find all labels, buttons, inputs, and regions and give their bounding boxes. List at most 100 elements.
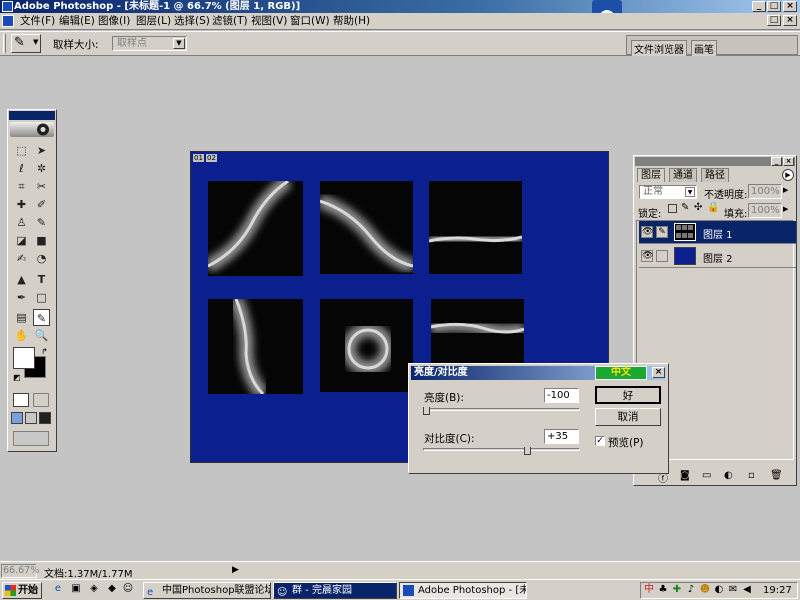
preview-checkbox[interactable]: ✓ xyxy=(595,436,605,446)
tab-layers[interactable]: 图层 xyxy=(637,168,665,182)
ime-indicator[interactable]: 中文 xyxy=(595,366,647,380)
document-menu-icon[interactable] xyxy=(2,15,14,27)
healing-brush-icon[interactable]: ✚ xyxy=(13,196,30,213)
menu-help[interactable]: 帮助(H) xyxy=(333,15,370,28)
lock-paint-icon[interactable]: ✎ xyxy=(681,202,689,213)
new-layer-icon[interactable]: ▫ xyxy=(748,470,755,481)
toolbox-title-bar[interactable] xyxy=(9,111,55,120)
photoshop-app-icon[interactable] xyxy=(2,1,13,12)
tab-channels[interactable]: 通道 xyxy=(669,168,697,182)
menu-filter[interactable]: 滤镜(T) xyxy=(212,15,248,28)
pen-tool-icon[interactable]: ✒ xyxy=(13,289,30,306)
quick-launch-icon[interactable]: ◆ xyxy=(106,583,118,595)
path-selection-icon[interactable]: ▲ xyxy=(13,271,30,288)
fill-field[interactable]: 100% xyxy=(748,203,782,218)
foreground-color-swatch[interactable] xyxy=(13,347,35,369)
palette-close-button[interactable]: × xyxy=(783,157,794,166)
tray-icon[interactable]: ✉ xyxy=(727,584,739,596)
tray-icon[interactable]: ♣ xyxy=(657,584,669,596)
crop-tool-icon[interactable]: ⌗ xyxy=(13,178,30,195)
adobe-online-eye-icon[interactable] xyxy=(10,122,54,137)
menu-window[interactable]: 窗口(W) xyxy=(290,15,330,28)
layer-row-selected[interactable]: 👁 ✎ 图层 1 xyxy=(639,221,796,244)
explorer-icon[interactable]: ◈ xyxy=(88,583,100,595)
menu-image[interactable]: 图像(I) xyxy=(98,15,130,28)
palette-menu-arrow-icon[interactable]: ▶ xyxy=(782,169,794,181)
quick-mask-mode-icon[interactable] xyxy=(33,393,49,407)
lock-move-icon[interactable]: ✣ xyxy=(694,202,702,213)
lock-transparency-icon[interactable] xyxy=(668,204,677,213)
adjustment-layer-icon[interactable]: ◐ xyxy=(724,470,733,481)
hand-tool-icon[interactable]: ✋ xyxy=(13,327,30,344)
menu-edit[interactable]: 编辑(E) xyxy=(59,15,95,28)
contrast-slider-thumb[interactable] xyxy=(524,447,532,455)
visibility-eye-icon[interactable]: 👁 xyxy=(641,226,653,238)
clone-stamp-icon[interactable]: ♙ xyxy=(13,214,30,231)
tray-icon[interactable]: ✚ xyxy=(671,584,683,596)
qq-icon[interactable]: ☺ xyxy=(122,583,134,595)
standard-mode-icon[interactable] xyxy=(13,393,29,407)
dodge-tool-icon[interactable]: ◔ xyxy=(33,250,50,267)
brush-link-icon[interactable]: ✎ xyxy=(656,226,668,238)
brightness-slider-thumb[interactable] xyxy=(423,407,430,415)
swap-colors-icon[interactable]: ↱ xyxy=(41,347,48,356)
ie-icon[interactable]: e xyxy=(52,583,64,595)
eyedropper-tool-icon[interactable]: ✎ xyxy=(33,309,50,326)
task-photoshop[interactable]: Adobe Photoshop - [未标... xyxy=(399,582,527,599)
desktop-icon[interactable]: ▣ xyxy=(70,583,82,595)
menu-file[interactable]: 文件(F) xyxy=(20,15,55,28)
lock-all-icon[interactable]: 🔒 xyxy=(707,202,719,213)
eraser-tool-icon[interactable]: ◪ xyxy=(13,232,30,249)
link-slot-icon[interactable] xyxy=(656,250,668,262)
slice-tool-icon[interactable]: ✂ xyxy=(33,178,50,195)
layer-mask-icon[interactable]: ◙ xyxy=(680,470,690,481)
doc-restore-button[interactable]: □ xyxy=(767,15,781,26)
gradient-tool-icon[interactable]: ■ xyxy=(33,232,50,249)
shape-tool-icon[interactable]: □ xyxy=(33,289,50,306)
ime-tray-icon[interactable]: 中 xyxy=(643,584,655,596)
lasso-tool-icon[interactable]: ℓ xyxy=(13,160,30,177)
history-brush-icon[interactable]: ✎ xyxy=(33,214,50,231)
contrast-input[interactable]: +35 xyxy=(544,429,579,444)
zoom-tool-icon[interactable]: 🔍 xyxy=(33,327,50,344)
layer-row[interactable]: 👁 图层 2 xyxy=(639,245,796,268)
zoom-field[interactable]: 66.67% xyxy=(1,564,39,578)
notes-tool-icon[interactable]: ▤ xyxy=(13,309,30,326)
brightness-input[interactable]: -100 xyxy=(544,388,579,403)
tray-icon[interactable]: ☻ xyxy=(699,584,711,596)
status-menu-arrow-icon[interactable]: ▶ xyxy=(232,565,239,575)
ok-button[interactable]: 好 xyxy=(595,386,661,404)
brush-tool-icon[interactable]: ✐ xyxy=(33,196,50,213)
jump-to-imageready-icon[interactable] xyxy=(13,431,49,446)
standard-screen-icon[interactable] xyxy=(11,412,23,424)
new-set-icon[interactable]: ▭ xyxy=(702,470,711,481)
dialog-close-button[interactable]: × xyxy=(652,367,665,378)
menu-select[interactable]: 选择(S) xyxy=(174,15,210,28)
tray-icon[interactable]: ♪ xyxy=(685,584,697,596)
palette-minimize-button[interactable]: _ xyxy=(771,157,782,166)
tab-paths[interactable]: 路径 xyxy=(701,168,729,182)
cancel-button[interactable]: 取消 xyxy=(595,408,661,426)
blur-tool-icon[interactable]: ✍ xyxy=(13,250,30,267)
task-forum[interactable]: e 中国Photoshop联盟论坛... xyxy=(143,582,271,599)
default-colors-icon[interactable]: ◩ xyxy=(13,373,21,382)
blend-mode-select[interactable]: 正常 ▼ xyxy=(639,185,697,199)
tray-icon[interactable]: ◐ xyxy=(713,584,725,596)
full-screen-icon[interactable] xyxy=(39,412,51,424)
marquee-tool-icon[interactable]: ⬚ xyxy=(13,142,30,159)
trash-icon[interactable]: 🗑 xyxy=(770,470,783,481)
visibility-eye-icon[interactable]: 👁 xyxy=(641,250,653,262)
tab-file-browser[interactable]: 文件浏览器 xyxy=(631,40,687,57)
magic-wand-icon[interactable]: ✲ xyxy=(33,160,50,177)
minimize-button[interactable]: _ xyxy=(752,1,766,12)
fill-arrow-icon[interactable]: ▶ xyxy=(783,205,788,213)
opacity-field[interactable]: 100% xyxy=(748,184,782,199)
type-tool-icon[interactable]: T xyxy=(33,271,50,288)
options-grip[interactable] xyxy=(3,34,6,53)
contrast-slider-track[interactable] xyxy=(423,448,580,451)
task-group-chat[interactable]: ☺ 群 - 完晨家园 xyxy=(273,582,397,599)
tool-preset-picker[interactable]: ✎ ▼ xyxy=(11,34,41,53)
start-button[interactable]: 开始 xyxy=(2,582,42,599)
tab-brushes[interactable]: 画笔 xyxy=(691,40,717,57)
sample-size-select[interactable]: 取样点 ▼ xyxy=(112,36,187,51)
